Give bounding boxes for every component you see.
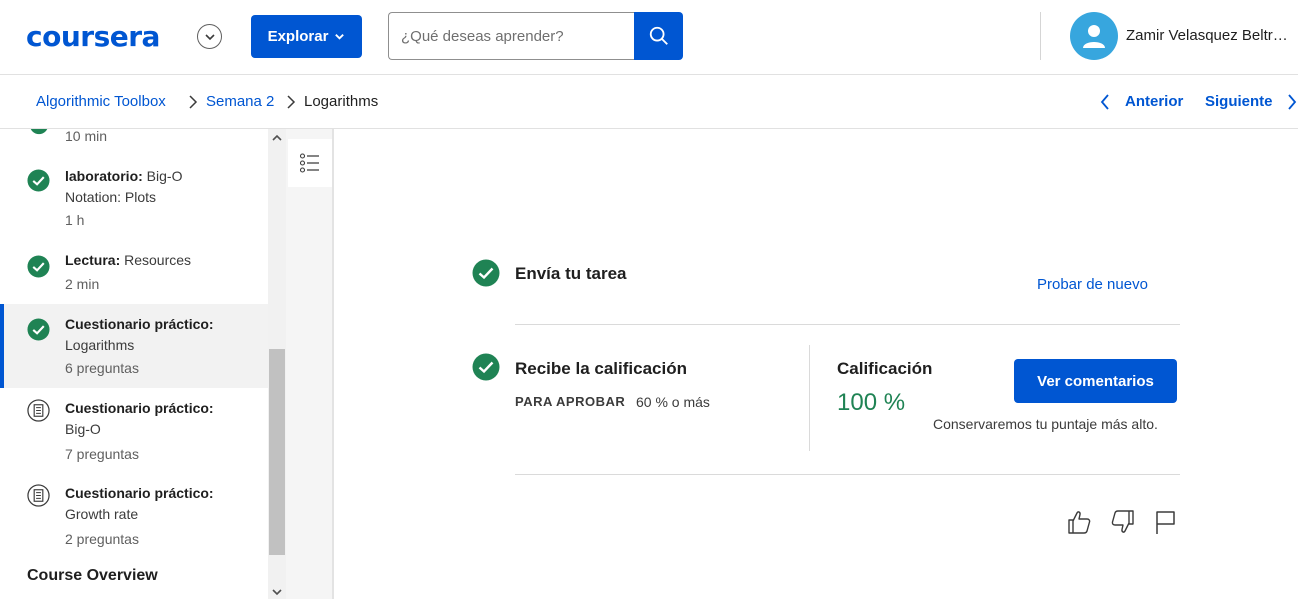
scrollbar-thumb[interactable] (269, 349, 285, 555)
grade-step-title: Recibe la calificación (515, 359, 687, 378)
item-duration: 2 min (65, 276, 100, 292)
pass-label: PARA APROBAR (515, 394, 626, 409)
list-item-title: Cuestionario práctico: Big-O (65, 400, 214, 437)
item-duration: 1 h (65, 212, 85, 228)
toc-panel (286, 129, 334, 599)
toc-toggle-button[interactable] (288, 139, 332, 187)
chevron-right-icon (189, 95, 198, 109)
flag-icon[interactable] (1153, 508, 1179, 536)
divider (515, 324, 1180, 325)
item-count: 7 preguntas (65, 446, 139, 462)
check-circle-icon (30, 129, 48, 135)
pass-value: 60 % o más (636, 394, 710, 410)
check-circle-icon (472, 259, 500, 287)
sidebar-item-big-o-plots[interactable]: laboratorio: Big-O Notation: Plots 1 h (0, 163, 268, 233)
check-circle-icon (27, 318, 50, 341)
sidebar-item-resources[interactable]: Lectura: Resources 2 min (0, 247, 268, 303)
check-circle-icon (27, 169, 50, 192)
highest-score-note: Conservaremos tu puntaje más alto. (933, 416, 1158, 432)
sidebar-scrollbar[interactable] (268, 129, 286, 599)
chevron-down-icon[interactable] (197, 24, 222, 49)
explore-button[interactable]: Explorar (251, 15, 362, 58)
avatar[interactable] (1070, 12, 1118, 60)
search-icon (649, 26, 668, 45)
user-icon (1083, 25, 1105, 48)
chevron-down-icon (335, 34, 345, 40)
list-item-title: laboratorio: Big-O Notation: Plots (65, 168, 183, 205)
course-sidebar: 10 min laboratorio: Big-O Notation: Plots… (0, 129, 268, 599)
scroll-up-icon[interactable] (272, 133, 282, 143)
chevron-right-icon[interactable] (1286, 93, 1298, 111)
item-count: 2 preguntas (65, 531, 139, 547)
breadcrumb-course[interactable]: Algorithmic Toolbox (36, 93, 166, 110)
check-circle-icon (472, 353, 500, 381)
breadcrumb: Algorithmic Toolbox Semana 2 Logarithms … (0, 75, 1298, 129)
sidebar-item-growth-rate-quiz[interactable]: Cuestionario práctico: Growth rate 2 preg… (0, 480, 268, 556)
thumbs-down-icon[interactable] (1110, 508, 1136, 536)
chevron-left-icon[interactable] (1099, 93, 1111, 111)
scroll-down-icon[interactable] (272, 587, 282, 597)
search-button[interactable] (634, 12, 683, 60)
item-count: 6 preguntas (65, 360, 139, 376)
search-placeholder: ¿Qué deseas aprender? (401, 27, 564, 45)
thumbs-up-icon[interactable] (1066, 508, 1092, 536)
submit-step-title: Envía tu tarea (515, 264, 627, 283)
grade-value: 100 % (837, 389, 906, 416)
chevron-right-icon (287, 95, 296, 109)
item-duration: 10 min (65, 129, 108, 144)
header-divider (1040, 12, 1041, 60)
breadcrumb-current: Logarithms (304, 93, 379, 110)
explore-label: Explorar (267, 28, 329, 45)
list-item-title: Cuestionario práctico: Logarithms (65, 316, 214, 353)
check-circle-icon (27, 255, 50, 278)
previous-link[interactable]: Anterior (1125, 93, 1183, 110)
next-link[interactable]: Siguiente (1205, 93, 1273, 110)
breadcrumb-week[interactable]: Semana 2 (206, 93, 274, 110)
sidebar-item-logarithms[interactable]: Cuestionario práctico: Logarithms 6 pregu… (0, 304, 268, 388)
quiz-icon (27, 484, 50, 507)
course-overview-heading[interactable]: Course Overview (27, 567, 158, 585)
quiz-icon (27, 399, 50, 422)
list-item-title: Lectura: Resources (65, 252, 192, 268)
view-feedback-button[interactable]: Ver comentarios (1014, 359, 1177, 403)
list-icon (299, 153, 319, 173)
vertical-divider (809, 345, 810, 451)
sidebar-item-big-o-quiz[interactable]: Cuestionario práctico: Big-O 7 preguntas (0, 395, 268, 471)
user-name[interactable]: Zamir Velasquez Beltr… (1126, 27, 1296, 44)
top-header: coursera Explorar ¿Qué deseas aprender? … (0, 0, 1298, 75)
list-item-title: Cuestionario práctico: Growth rate (65, 485, 214, 522)
grade-label: Calificación (837, 359, 933, 378)
coursera-logo[interactable]: coursera (26, 20, 160, 53)
retry-link[interactable]: Probar de nuevo (1037, 276, 1148, 293)
divider (515, 474, 1180, 475)
search-input[interactable]: ¿Qué deseas aprender? (388, 12, 635, 60)
